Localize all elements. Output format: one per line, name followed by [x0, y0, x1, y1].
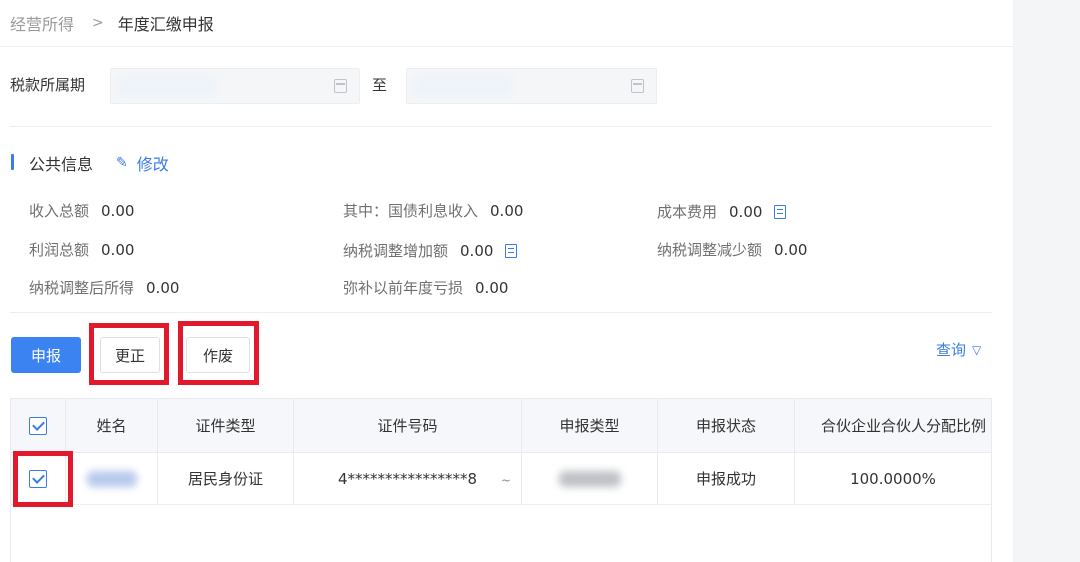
select-all-checkbox[interactable]: [29, 416, 47, 435]
info-value: 0.00: [101, 201, 135, 220]
right-gutter: [1013, 0, 1080, 562]
declare-type-cell: [522, 453, 658, 504]
info-value: 0.00: [146, 278, 180, 297]
id-number-cell: 4****************8 ~: [294, 453, 522, 504]
query-toggle[interactable]: 查询 ▽: [936, 339, 981, 360]
info-value: 0.00: [729, 202, 763, 221]
info-item-total-income: 收入总额 0.00: [29, 200, 134, 221]
column-header: 合伙企业合伙人分配比例: [821, 417, 987, 435]
redacted-value: [413, 76, 513, 96]
period-label: 税款所属期: [10, 76, 86, 94]
edit-label: 修改: [136, 155, 169, 174]
info-divider: [10, 312, 992, 313]
id-type-cell: 居民身份证: [158, 453, 294, 504]
column-header: 申报类型: [522, 399, 658, 452]
pencil-icon: ✎: [116, 155, 128, 171]
info-value: 0.00: [460, 241, 494, 260]
info-item-cost: 成本费用 0.00: [657, 201, 787, 222]
section-marker: [11, 154, 14, 170]
info-label: 纳税调整减少额: [657, 241, 763, 259]
redacted-declare-type: [558, 470, 621, 487]
query-label: 查询: [936, 341, 967, 359]
ratio-cell: 100.0000%: [850, 469, 936, 488]
info-label: 其中：国债利息收入: [343, 202, 479, 220]
info-label: 纳税调整增加额: [343, 242, 449, 260]
breadcrumb-divider: [0, 46, 1013, 47]
redacted-value: [117, 76, 217, 96]
info-item-adjusted-income: 纳税调整后所得 0.00: [29, 277, 179, 298]
period-start-input[interactable]: [110, 68, 360, 104]
declaration-table: 姓名 证件类型 证件号码 申报类型 申报状态 合伙企业合伙人分配比例 居民身份证…: [10, 398, 992, 562]
info-label: 纳税调整后所得: [29, 279, 135, 297]
checkbox-highlight-box: [13, 451, 73, 507]
status-cell: 申报成功: [658, 453, 795, 504]
header-select-cell: [11, 399, 66, 452]
calendar-icon[interactable]: [631, 79, 644, 93]
calendar-icon[interactable]: [334, 79, 347, 93]
chevron-down-icon: ▽: [972, 342, 982, 357]
column-header: 姓名: [66, 399, 158, 452]
chevron-right-icon: >: [92, 15, 104, 31]
breadcrumb-current: 年度汇缴申报: [117, 15, 214, 34]
info-value: 0.00: [774, 240, 808, 259]
info-item-loss-offset: 弥补以前年度亏损 0.00: [343, 277, 508, 298]
info-label: 成本费用: [657, 203, 718, 221]
info-label: 利润总额: [29, 241, 90, 259]
info-item-profit: 利润总额 0.00: [29, 239, 134, 260]
document-icon[interactable]: [774, 204, 787, 219]
info-value: 0.00: [101, 240, 135, 259]
id-number: 4****************8: [337, 469, 478, 488]
info-item-tax-adjust-decrease: 纳税调整减少额 0.00: [657, 239, 807, 260]
period-end-input[interactable]: [406, 68, 657, 104]
info-item-bond-interest: 其中：国债利息收入 0.00: [343, 200, 523, 221]
correct-highlight-box: [89, 323, 169, 385]
to-label: 至: [372, 76, 388, 94]
section-title: 公共信息: [29, 155, 94, 174]
id-number-tail: ~: [500, 472, 511, 487]
breadcrumb: 经营所得 > 年度汇缴申报: [10, 10, 214, 36]
document-icon[interactable]: [505, 243, 518, 258]
edit-button[interactable]: ✎ 修改: [116, 151, 169, 175]
info-value: 0.00: [490, 201, 524, 220]
section-divider: [10, 126, 992, 127]
column-header: 证件类型: [158, 399, 294, 452]
void-highlight-box: [178, 321, 259, 385]
name-cell: [66, 453, 158, 504]
breadcrumb-parent[interactable]: 经营所得: [10, 11, 74, 35]
info-value: 0.00: [475, 278, 509, 297]
redacted-name: [86, 470, 137, 487]
table-row[interactable]: 居民身份证 4****************8 ~ 申报成功 100.0000…: [11, 453, 991, 505]
table-header: 姓名 证件类型 证件号码 申报类型 申报状态 合伙企业合伙人分配比例: [11, 399, 991, 453]
info-item-tax-adjust-increase: 纳税调整增加额 0.00: [343, 240, 518, 261]
declare-button[interactable]: 申报: [11, 337, 81, 373]
column-header: 申报状态: [658, 399, 795, 452]
column-header: 证件号码: [294, 399, 522, 452]
info-label: 弥补以前年度亏损: [343, 279, 464, 297]
info-label: 收入总额: [29, 202, 90, 220]
